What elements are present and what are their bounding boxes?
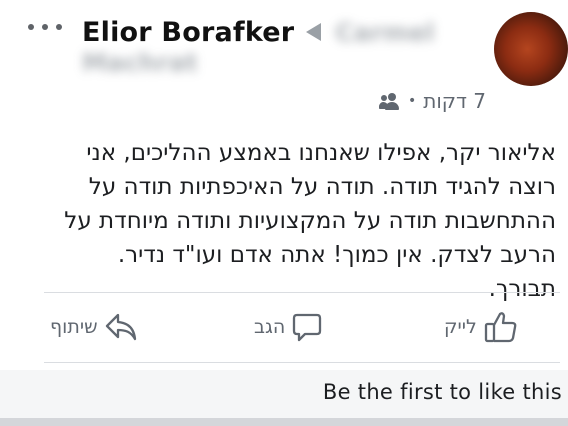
post-header: Elior Borafker Carmel: [82, 12, 434, 52]
like-button[interactable]: לייק: [444, 304, 519, 350]
share-label: שיתוף: [50, 316, 98, 338]
target-group-name-continued[interactable]: Machrat: [82, 48, 198, 77]
target-group-name[interactable]: Carmel: [335, 18, 434, 47]
more-dots-icon: [28, 24, 34, 30]
share-button[interactable]: שיתוף: [50, 304, 138, 350]
feed-separator: [0, 418, 568, 426]
comment-label: הגב: [254, 316, 286, 338]
friends-icon[interactable]: [378, 92, 401, 110]
author-name[interactable]: Elior Borafker: [82, 17, 294, 48]
more-options-button[interactable]: [28, 16, 62, 38]
likes-summary-bar: Be the first to like this: [0, 370, 568, 418]
likes-summary-text[interactable]: Be the first to like this: [323, 380, 562, 404]
thumbs-up-icon: [484, 312, 517, 343]
post-meta: 7 דקות •: [378, 86, 486, 116]
post-timestamp[interactable]: 7 דקות: [423, 89, 486, 113]
avatar[interactable]: [494, 12, 568, 86]
share-icon: [105, 313, 136, 341]
meta-separator: •: [407, 93, 417, 109]
comment-button[interactable]: הגב: [254, 304, 323, 350]
like-label: לייק: [444, 316, 477, 338]
post-body-text: אליאור יקר, אפילו שאנחנו באמצע ההליכים, …: [64, 140, 556, 302]
divider: [44, 292, 560, 293]
comment-icon: [293, 313, 322, 342]
arrow-left-icon: [306, 23, 322, 41]
action-bar: שיתוף הגב לייק: [40, 304, 528, 350]
divider: [44, 362, 560, 363]
